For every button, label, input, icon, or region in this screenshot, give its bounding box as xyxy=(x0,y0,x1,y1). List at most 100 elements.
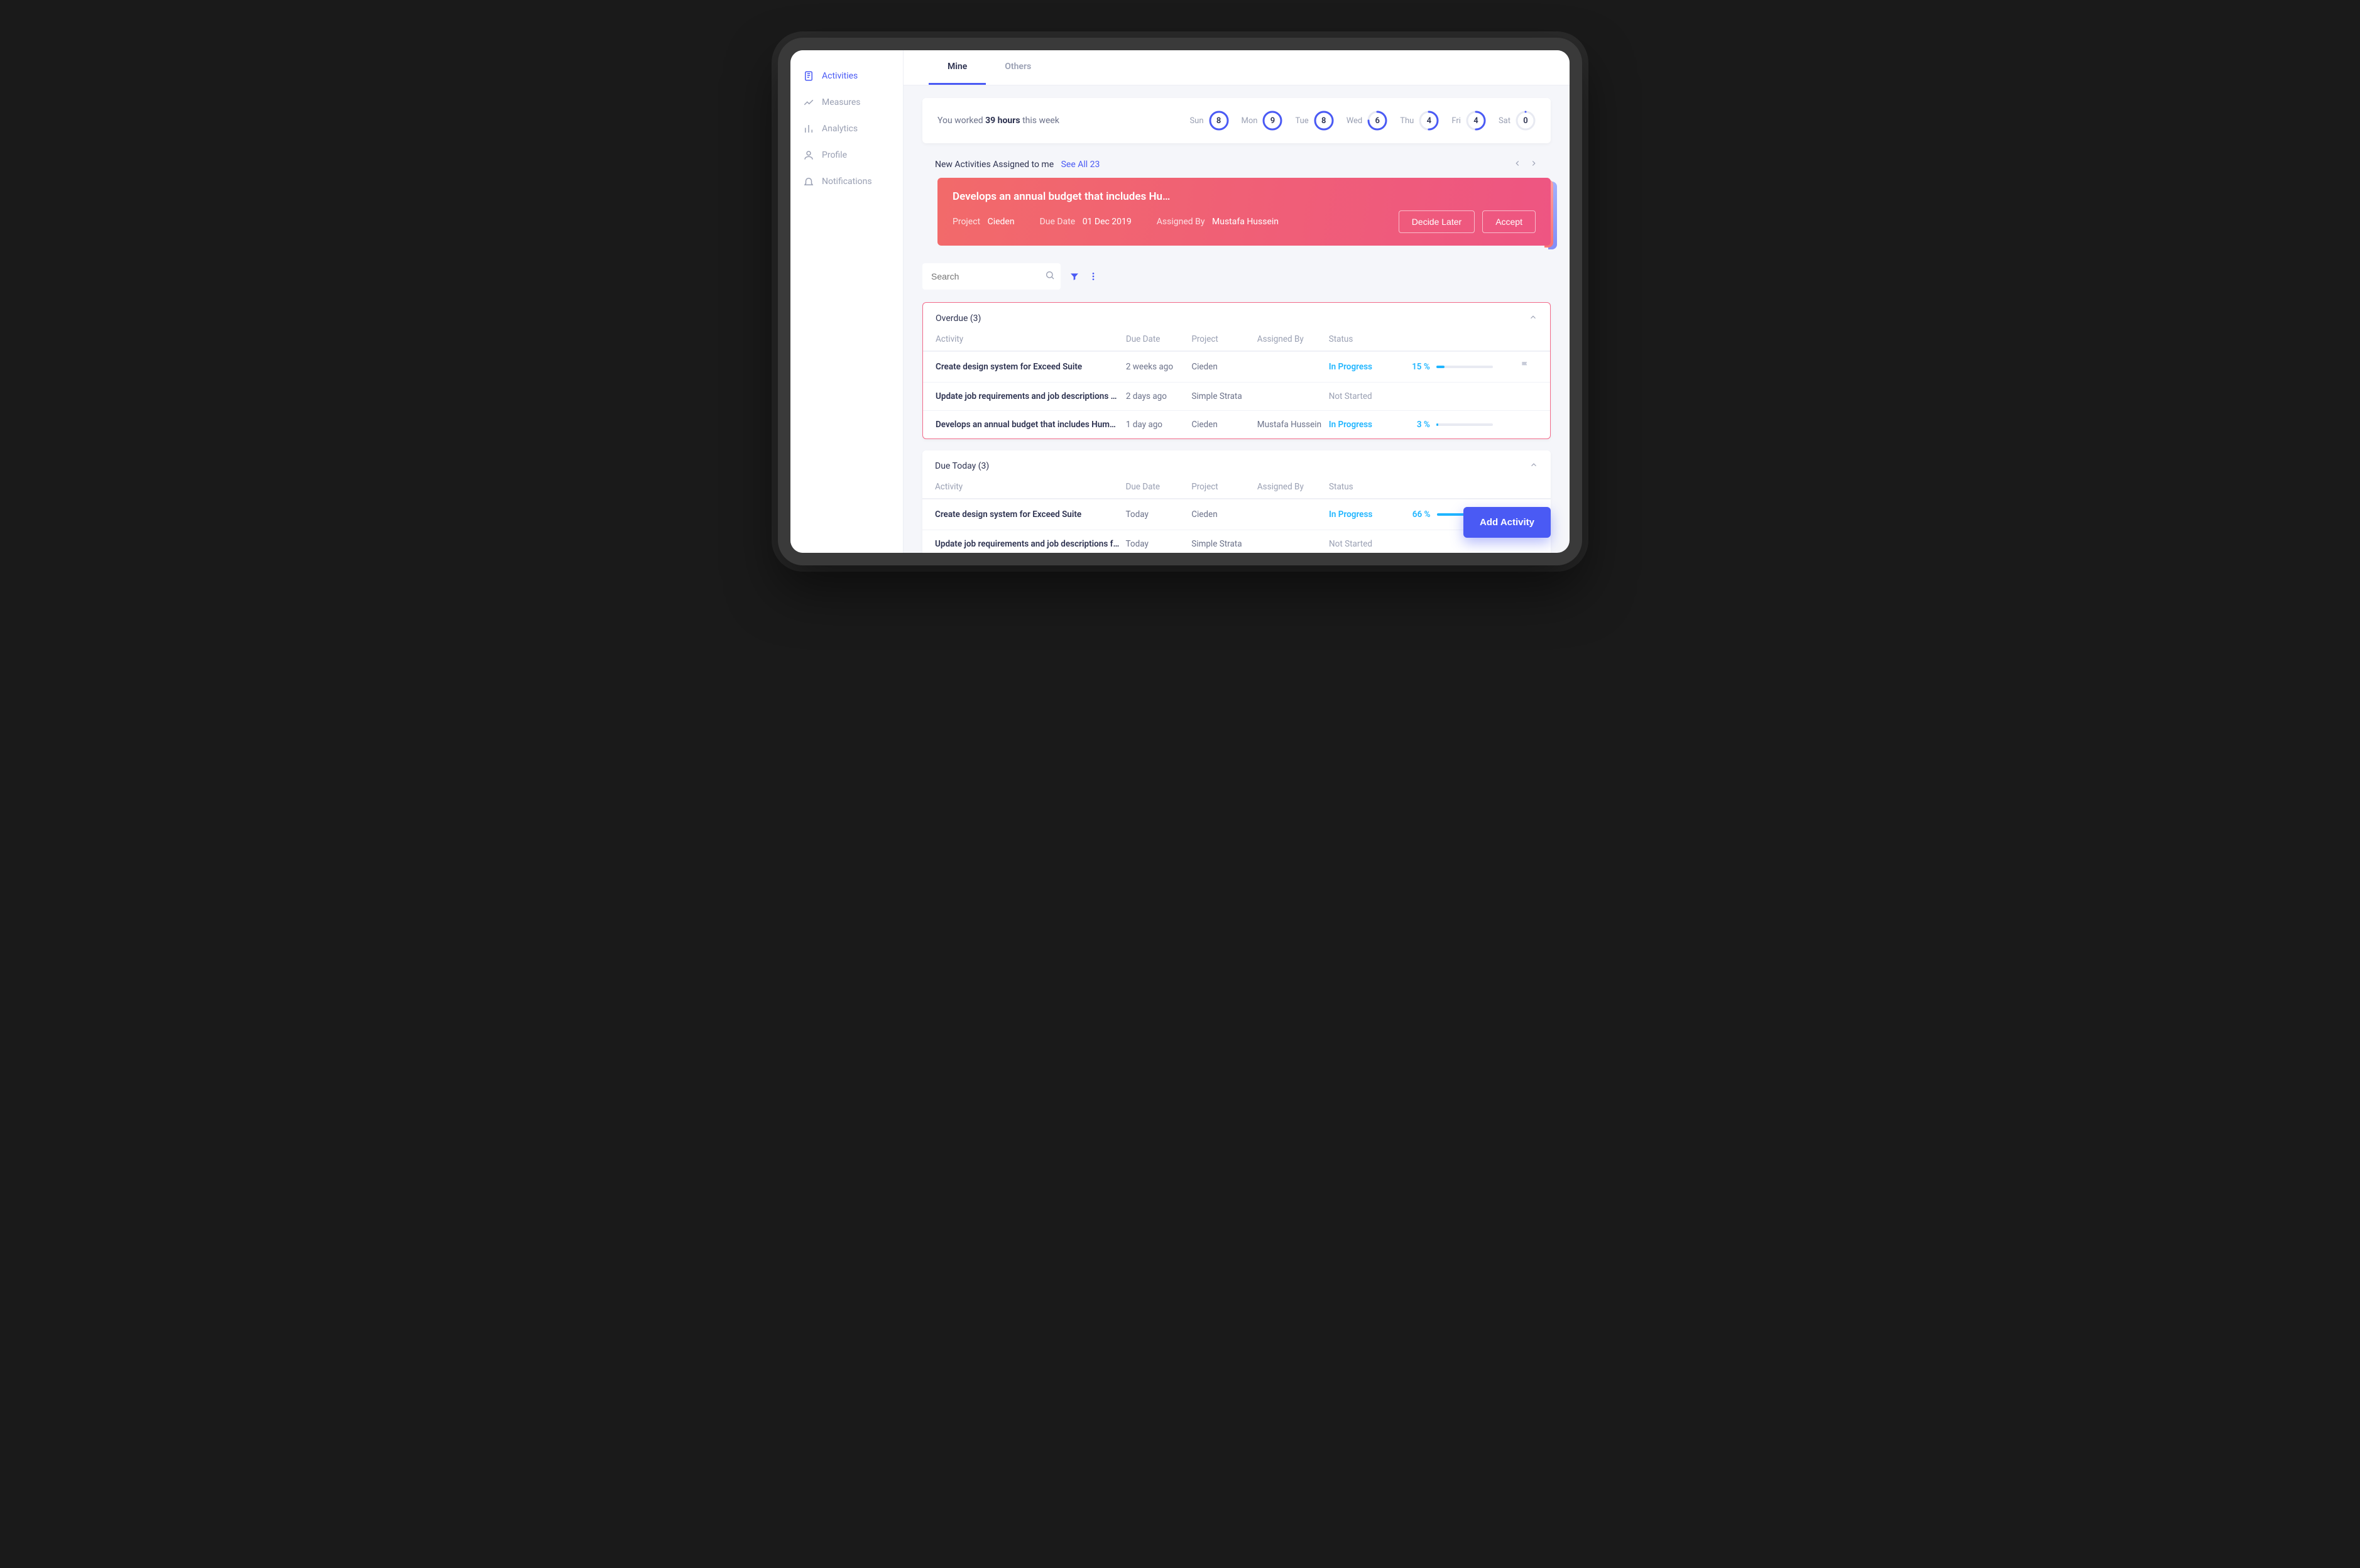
week-text: You worked 39 hours this week xyxy=(937,116,1059,126)
sidebar-item-notifications[interactable]: Notifications xyxy=(790,168,903,195)
row-activity: Create design system for Exceed Suite xyxy=(935,509,1120,520)
day-label: Thu xyxy=(1400,116,1414,126)
row-activity: Develops an annual budget that includes … xyxy=(936,420,1120,430)
add-activity-button[interactable]: Add Activity xyxy=(1463,507,1551,538)
row-due: Today xyxy=(1126,509,1186,520)
day-item: Thu 4 xyxy=(1400,111,1439,131)
table-row[interactable]: Develops an annual budget that includes … xyxy=(923,410,1550,438)
day-item: Fri 4 xyxy=(1451,111,1486,131)
col-status: Status xyxy=(1329,482,1389,492)
day-label: Mon xyxy=(1242,116,1258,126)
sidebar-item-analytics[interactable]: Analytics xyxy=(790,116,903,142)
tabs: Mine Others xyxy=(904,50,1570,85)
col-assigned: Assigned By xyxy=(1257,334,1323,344)
day-label: Sat xyxy=(1499,116,1511,126)
bars-icon xyxy=(803,123,814,134)
card-project: Project Cieden xyxy=(953,217,1015,227)
row-percent: 15 % xyxy=(1394,362,1430,372)
day-ring: 6 xyxy=(1367,111,1387,131)
day-ring: 4 xyxy=(1419,111,1439,131)
next-card-button[interactable] xyxy=(1529,158,1538,170)
row-project: Cieden xyxy=(1191,509,1251,520)
day-item: Sat 0 xyxy=(1499,111,1536,131)
row-due: 1 day ago xyxy=(1126,420,1185,430)
flag-icon[interactable] xyxy=(1520,361,1538,373)
accept-button[interactable]: Accept xyxy=(1482,210,1536,233)
section-title: Overdue (3) xyxy=(936,313,981,324)
day-ring: 9 xyxy=(1262,111,1282,131)
day-value: 8 xyxy=(1321,116,1326,126)
activity-section: Overdue (3) Activity Due Date Project As… xyxy=(922,302,1551,439)
col-assigned: Assigned By xyxy=(1257,482,1323,492)
search-input[interactable] xyxy=(931,271,1045,281)
day-value: 4 xyxy=(1473,116,1478,126)
table-row[interactable]: Create design system for Exceed Suite To… xyxy=(922,499,1551,530)
day-item: Mon 9 xyxy=(1242,111,1283,131)
more-icon[interactable] xyxy=(1088,271,1098,281)
day-item: Tue 8 xyxy=(1295,111,1333,131)
day-ring: 8 xyxy=(1314,111,1334,131)
collapse-button[interactable] xyxy=(1529,313,1538,324)
table-row[interactable]: Create design system for Exceed Suite 2 … xyxy=(923,351,1550,382)
day-value: 8 xyxy=(1216,116,1221,126)
new-activity-card: Develops an annual budget that includes … xyxy=(937,178,1551,246)
table-row[interactable]: Update job requirements and job descript… xyxy=(923,382,1550,410)
prev-card-button[interactable] xyxy=(1513,158,1522,170)
day-ring: 4 xyxy=(1466,111,1486,131)
activity-card-title: Develops an annual budget that includes … xyxy=(953,190,1536,203)
search-box[interactable] xyxy=(922,263,1061,290)
sidebar-item-label: Measures xyxy=(822,97,860,107)
row-status: Not Started xyxy=(1329,391,1388,401)
row-project: Cieden xyxy=(1191,420,1250,430)
see-all-link[interactable]: See All 23 xyxy=(1061,160,1100,170)
row-percent: 66 % xyxy=(1395,509,1431,520)
search-icon xyxy=(1045,270,1055,283)
row-due: 2 days ago xyxy=(1126,391,1185,401)
col-project: Project xyxy=(1191,334,1250,344)
row-percent: 3 % xyxy=(1394,420,1430,430)
new-activities-title: New Activities Assigned to me xyxy=(935,160,1054,170)
decide-later-button[interactable]: Decide Later xyxy=(1399,210,1475,233)
col-due: Due Date xyxy=(1126,334,1185,344)
row-activity: Update job requirements and job descript… xyxy=(936,391,1120,401)
day-item: Sun 8 xyxy=(1189,111,1228,131)
sidebar-item-label: Profile xyxy=(822,150,847,160)
sidebar-item-label: Notifications xyxy=(822,177,872,187)
day-value: 6 xyxy=(1375,116,1380,126)
new-activities-header: New Activities Assigned to me See All 23 xyxy=(922,158,1551,170)
day-value: 4 xyxy=(1427,116,1431,126)
week-summary-card: You worked 39 hours this week Sun 8 Mon … xyxy=(922,98,1551,143)
days-row: Sun 8 Mon 9 Tue 8 Wed 6 Thu 4 Fri 4 Sa xyxy=(1189,111,1536,131)
sidebar-item-profile[interactable]: Profile xyxy=(790,142,903,168)
table-header: Activity Due Date Project Assigned By St… xyxy=(923,334,1550,351)
col-activity: Activity xyxy=(936,334,1120,344)
table-row[interactable]: Update job requirements and job descript… xyxy=(922,530,1551,553)
trend-icon xyxy=(803,97,814,108)
progress-bar xyxy=(1436,423,1493,426)
day-label: Sun xyxy=(1189,116,1203,126)
row-activity: Create design system for Exceed Suite xyxy=(936,362,1120,372)
row-status: In Progress xyxy=(1329,362,1388,372)
collapse-button[interactable] xyxy=(1529,460,1538,472)
day-item: Wed 6 xyxy=(1347,111,1388,131)
tab-mine[interactable]: Mine xyxy=(929,50,986,85)
activity-section: Due Today (3) Activity Due Date Project … xyxy=(922,450,1551,553)
row-due: Today xyxy=(1126,539,1186,549)
day-value: 0 xyxy=(1523,116,1527,126)
sidebar-item-activities[interactable]: Activities xyxy=(790,63,903,89)
day-label: Wed xyxy=(1347,116,1363,126)
sidebar-item-measures[interactable]: Measures xyxy=(790,89,903,116)
row-assigned: Mustafa Hussein xyxy=(1257,420,1323,430)
filter-icon[interactable] xyxy=(1069,271,1079,281)
row-status: In Progress xyxy=(1329,509,1389,520)
card-due-date: Due Date 01 Dec 2019 xyxy=(1040,217,1132,227)
tab-others[interactable]: Others xyxy=(986,50,1050,85)
col-status: Status xyxy=(1329,334,1388,344)
card-assigned-by: Assigned By Mustafa Hussein xyxy=(1157,217,1279,227)
user-icon xyxy=(803,150,814,161)
sidebar-item-label: Analytics xyxy=(822,124,858,134)
bell-icon xyxy=(803,176,814,187)
row-activity: Update job requirements and job descript… xyxy=(935,539,1120,549)
sidebar-item-label: Activities xyxy=(822,71,858,81)
row-due: 2 weeks ago xyxy=(1126,362,1185,372)
